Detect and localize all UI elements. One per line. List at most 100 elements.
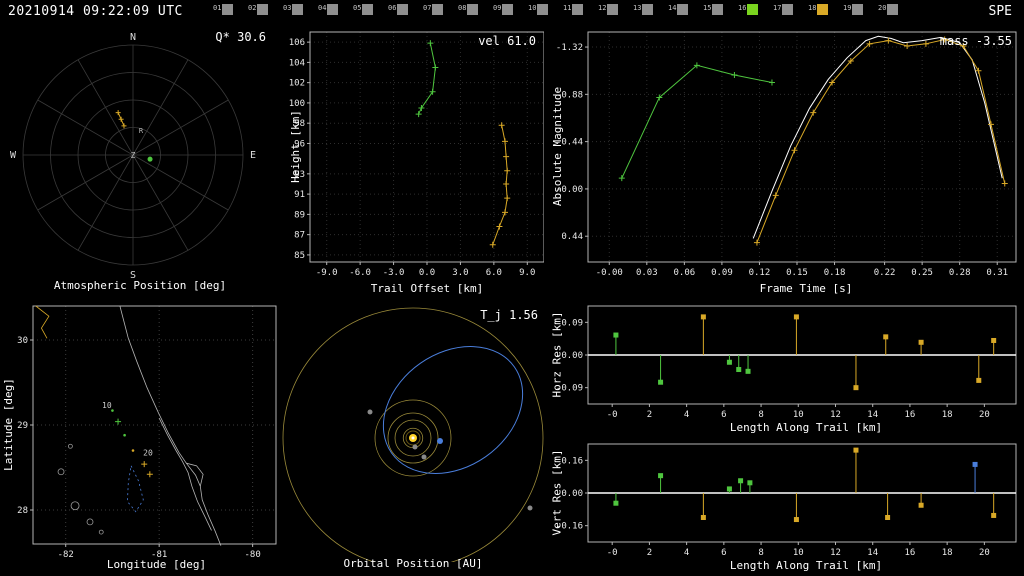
x-tick-label: 10 — [793, 410, 804, 420]
second-station-magnitude-marker — [904, 42, 911, 49]
frame-thumbnail[interactable] — [677, 4, 689, 15]
frame-number: 02 — [248, 4, 257, 12]
mass-annotation: mass -3.55 — [939, 34, 1012, 48]
frame-10[interactable]: 10 — [528, 4, 549, 18]
frame-16[interactable]: 16 — [738, 4, 759, 18]
frame-thumbnail[interactable] — [362, 4, 374, 15]
frame-08[interactable]: 08 — [458, 4, 479, 18]
frame-thumbnail[interactable] — [257, 4, 269, 15]
frame-03[interactable]: 03 — [283, 4, 304, 18]
station-1-trail-marker — [432, 64, 439, 71]
frame-thumbnail[interactable] — [887, 4, 899, 15]
frame-06[interactable]: 06 — [388, 4, 409, 18]
compass-east-label: E — [250, 150, 256, 161]
trail-offset-ylabel: Height [km] — [288, 110, 302, 183]
x-tick-label: -0 — [607, 548, 618, 558]
frame-thumbnail[interactable] — [572, 4, 584, 15]
frame-thumbnail[interactable] — [222, 4, 234, 15]
polar-spoke — [77, 59, 134, 156]
atmospheric-position-panel: NSEWZR Q* 30.6 Atmospheric Position [deg… — [0, 24, 280, 300]
frame-13[interactable]: 13 — [633, 4, 654, 18]
atlantic-coast — [119, 305, 222, 546]
frame-thumbnail[interactable] — [817, 4, 829, 15]
frame-15[interactable]: 15 — [703, 4, 724, 18]
frame-20[interactable]: 20 — [878, 4, 899, 18]
residual-marker — [991, 512, 997, 518]
x-tick-label: 12 — [830, 548, 841, 558]
frame-thumbnail[interactable] — [467, 4, 479, 15]
x-tick-label: 0.06 — [674, 268, 696, 278]
station-1-trail-marker — [415, 111, 422, 118]
frame-thumbnail[interactable] — [432, 4, 444, 15]
frame-12[interactable]: 12 — [598, 4, 619, 18]
frame-number: 15 — [703, 4, 712, 12]
polar-spoke — [132, 59, 189, 156]
trajectory-marker — [115, 418, 122, 425]
top-bar: 20210914 09:22:09 UTC 01 02 03 04 05 06 07 08 09… — [0, 0, 1024, 24]
frame-thumbnail[interactable] — [537, 4, 549, 15]
residual-marker — [918, 502, 924, 508]
frame-number: 01 — [213, 4, 222, 12]
frame-18[interactable]: 18 — [808, 4, 829, 18]
trajectory-point — [131, 449, 135, 452]
meteoroid-orbit — [382, 346, 524, 474]
frame-number: 13 — [633, 4, 642, 12]
frame-thumbnail[interactable] — [852, 4, 864, 15]
frame-02[interactable]: 02 — [248, 4, 269, 18]
station-2-trail-marker — [489, 241, 496, 248]
trail-offset-xlabel: Trail Offset [km] — [370, 282, 484, 295]
observed-magnitude-marker — [731, 71, 738, 78]
frame-number: 09 — [493, 4, 502, 12]
sun-core — [411, 436, 415, 440]
frame-05[interactable]: 05 — [353, 4, 374, 18]
frame-01[interactable]: 01 — [213, 4, 234, 18]
y-tick-label: 100 — [289, 99, 305, 109]
station-1-trail-marker — [429, 88, 436, 95]
frame-17[interactable]: 17 — [773, 4, 794, 18]
trajectory-marker — [141, 461, 148, 468]
planet-dot — [412, 444, 418, 450]
y-tick-label: 0.44 — [561, 232, 583, 242]
frame-19[interactable]: 19 — [843, 4, 864, 18]
magnitude-ylabel: Absolute Magnitude — [551, 86, 565, 207]
x-tick-label: 8 — [758, 548, 763, 558]
frame-thumbnail[interactable] — [712, 4, 724, 15]
y-tick-label: 0.09 — [561, 318, 583, 328]
observed-magnitude-marker — [768, 79, 775, 86]
vertical-residuals-plot: -0 2 4 6 8 10 12 14 16 18 200.160.00-0.16 — [556, 443, 1017, 558]
vert-res-xlabel: Length Along Trail [km] — [729, 559, 883, 572]
frame-07[interactable]: 07 — [423, 4, 444, 18]
residual-marker — [738, 478, 744, 484]
x-tick-label: 14 — [867, 410, 878, 420]
plot-border — [587, 31, 1017, 263]
frame-thumbnail[interactable] — [782, 4, 794, 15]
frame-thumbnail[interactable] — [327, 4, 339, 15]
station-2-trail-marker — [496, 223, 503, 230]
frame-thumbnail[interactable] — [292, 4, 304, 15]
atmospheric-trail-marker — [121, 123, 127, 129]
polar-spoke — [37, 99, 134, 156]
polar-spoke — [132, 99, 229, 156]
planet-dot — [367, 409, 373, 415]
residual-marker — [726, 486, 732, 492]
frame-11[interactable]: 11 — [563, 4, 584, 18]
frame-number: 05 — [353, 4, 362, 12]
y-tick-label: 0.16 — [561, 456, 583, 466]
frame-thumbnail[interactable] — [397, 4, 409, 15]
frame-09[interactable]: 09 — [493, 4, 514, 18]
plot-border — [309, 31, 544, 263]
station-2-trail-marker — [504, 195, 511, 202]
polar-spoke — [132, 154, 229, 211]
frame-14[interactable]: 14 — [668, 4, 689, 18]
map-ylabel: Latitude [deg] — [1, 378, 15, 471]
residual-marker — [700, 314, 706, 320]
frame-04[interactable]: 04 — [318, 4, 339, 18]
frame-thumbnail[interactable] — [502, 4, 514, 15]
second-station-magnitude-marker — [810, 109, 817, 116]
frame-thumbnail[interactable] — [642, 4, 654, 15]
x-tick-label: 12 — [830, 410, 841, 420]
frame-thumbnail[interactable] — [747, 4, 759, 15]
x-tick-label: 8 — [758, 410, 763, 420]
frame-thumbnail[interactable] — [607, 4, 619, 15]
residual-marker — [700, 515, 706, 520]
